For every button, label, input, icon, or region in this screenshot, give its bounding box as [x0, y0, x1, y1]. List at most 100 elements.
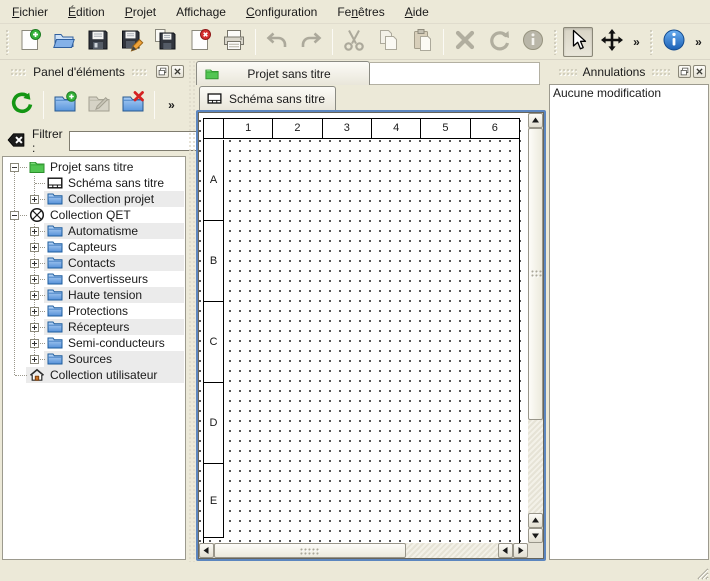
vertical-scrollbar-track[interactable]: [528, 420, 543, 513]
pan-mode-button[interactable]: [597, 27, 627, 57]
menu-configuration[interactable]: Configuration: [236, 2, 327, 22]
new-category-button[interactable]: [50, 90, 80, 120]
horizontal-scrollbar[interactable]: [199, 543, 528, 558]
print-icon: [222, 28, 246, 55]
scroll-down-button[interactable]: [528, 528, 543, 543]
menu-affichage[interactable]: Affichage: [166, 2, 236, 22]
grid-corner-cell: [204, 119, 224, 138]
undo-history-list[interactable]: Aucune modification: [549, 84, 709, 560]
elements-panel: Panel d'éléments » Filtrer : Projet sans…: [0, 60, 188, 562]
open-project-button[interactable]: [49, 27, 79, 57]
menu-aide[interactable]: Aide: [395, 2, 439, 22]
menu-projet[interactable]: Projet: [115, 2, 166, 22]
tree-item-collection-qet[interactable]: Collection QET: [3, 207, 184, 223]
close-icon: [695, 65, 704, 79]
scroll-left-button-2[interactable]: [498, 543, 513, 558]
dock-title-texture: [558, 68, 577, 76]
tree-item-label: Capteurs: [68, 240, 117, 254]
menu-fichier[interactable]: Fichier: [2, 2, 58, 22]
undo-panel-titlebar: Annulations: [548, 60, 710, 83]
close-project-button[interactable]: [185, 27, 215, 57]
tree-item-label: Convertisseurs: [68, 272, 148, 286]
save-icon: [86, 28, 110, 55]
toolbar-handle[interactable]: [649, 29, 654, 55]
expand-icon[interactable]: [30, 259, 39, 268]
reload-collections-button[interactable]: [7, 90, 37, 120]
save-as-button[interactable]: [117, 27, 147, 57]
new-project-button[interactable]: [15, 27, 45, 57]
undo-panel: Annulations Aucune modification: [548, 60, 710, 562]
elements-panel-title: Panel d'éléments: [33, 65, 125, 79]
column-header-5: 5: [421, 119, 470, 138]
toolbar-handle[interactable]: [5, 29, 10, 55]
toolbar-overflow-button[interactable]: »: [691, 27, 706, 57]
delete-category-button[interactable]: [118, 90, 148, 120]
left-splitter[interactable]: [188, 60, 196, 562]
rotate-button: [484, 27, 514, 57]
tree-item-collection-utilisateur[interactable]: Collection utilisateur: [3, 367, 184, 383]
tree-item-label: Semi-conducteurs: [68, 336, 165, 350]
diagram-canvas[interactable]: 123456 ABCDE: [199, 113, 528, 543]
tab-project[interactable]: Projet sans titre: [196, 61, 370, 85]
scroll-up-button-2[interactable]: [528, 513, 543, 528]
expand-icon[interactable]: [30, 339, 39, 348]
toolbar-overflow-button[interactable]: »: [164, 90, 179, 120]
select-mode-button[interactable]: [563, 27, 593, 57]
help-toolbar-group: »: [646, 24, 706, 60]
toolbar-handle[interactable]: [553, 29, 558, 55]
expand-icon[interactable]: [30, 291, 39, 300]
size-grip[interactable]: [695, 566, 709, 580]
expand-icon[interactable]: [30, 323, 39, 332]
undo-list-item[interactable]: Aucune modification: [550, 85, 708, 101]
tree-item-sch-ma-sans-titre[interactable]: Schéma sans titre: [3, 175, 184, 191]
info-blue-icon: [662, 28, 686, 55]
expand-icon[interactable]: [30, 307, 39, 316]
scroll-up-button[interactable]: [528, 113, 543, 128]
row-header-E: E: [204, 464, 223, 538]
expand-icon[interactable]: [30, 275, 39, 284]
tree-item-label: Automatisme: [68, 224, 138, 238]
folder-blue-icon: [47, 255, 63, 271]
paste-button: [407, 27, 437, 57]
tree-guide-line: [35, 183, 45, 184]
folder-blue-icon: [47, 335, 63, 351]
close-file-icon: [188, 28, 212, 55]
tree-item-projet-sans-titre[interactable]: Projet sans titre: [3, 159, 184, 175]
print-button[interactable]: [219, 27, 249, 57]
toolbar-overflow-button[interactable]: »: [629, 27, 644, 57]
save-button[interactable]: [83, 27, 113, 57]
float-panel-button[interactable]: [156, 65, 169, 78]
menu-fenetres[interactable]: Fenêtres: [327, 2, 394, 22]
vertical-scrollbar-thumb[interactable]: [528, 128, 543, 420]
folder-blue-icon: [47, 239, 63, 255]
scroll-left-button[interactable]: [199, 543, 214, 558]
tree-item-label: Récepteurs: [68, 320, 129, 334]
close-panel-button[interactable]: [171, 65, 184, 78]
collapse-icon[interactable]: [10, 163, 19, 172]
column-header-4: 4: [372, 119, 421, 138]
menu-edition[interactable]: Édition: [58, 2, 115, 22]
about-qet-button[interactable]: [659, 27, 689, 57]
elements-tree[interactable]: Projet sans titreSchéma sans titre Collec…: [2, 156, 186, 560]
save-all-icon: [154, 28, 178, 55]
collapse-icon[interactable]: [10, 211, 19, 220]
row-header-C: C: [204, 302, 223, 383]
folder-delete-icon: [121, 91, 145, 118]
horizontal-scrollbar-thumb[interactable]: [214, 543, 406, 558]
filter-row: Filtrer :: [0, 126, 188, 156]
horizontal-scrollbar-track[interactable]: [406, 543, 498, 558]
scroll-right-button[interactable]: [513, 543, 528, 558]
expand-icon[interactable]: [30, 355, 39, 364]
tab-diagram[interactable]: Schéma sans titre: [199, 86, 336, 110]
expand-icon[interactable]: [30, 195, 39, 204]
save-all-button[interactable]: [151, 27, 181, 57]
clear-filter-button[interactable]: [6, 130, 26, 152]
float-panel-button[interactable]: [678, 65, 691, 78]
arrow-up-icon: [531, 116, 540, 125]
folder-edit-icon: [87, 91, 111, 118]
elements-panel-titlebar: Panel d'éléments: [0, 60, 188, 83]
close-panel-button[interactable]: [693, 65, 706, 78]
vertical-scrollbar[interactable]: [528, 113, 543, 543]
expand-icon[interactable]: [30, 227, 39, 236]
expand-icon[interactable]: [30, 243, 39, 252]
